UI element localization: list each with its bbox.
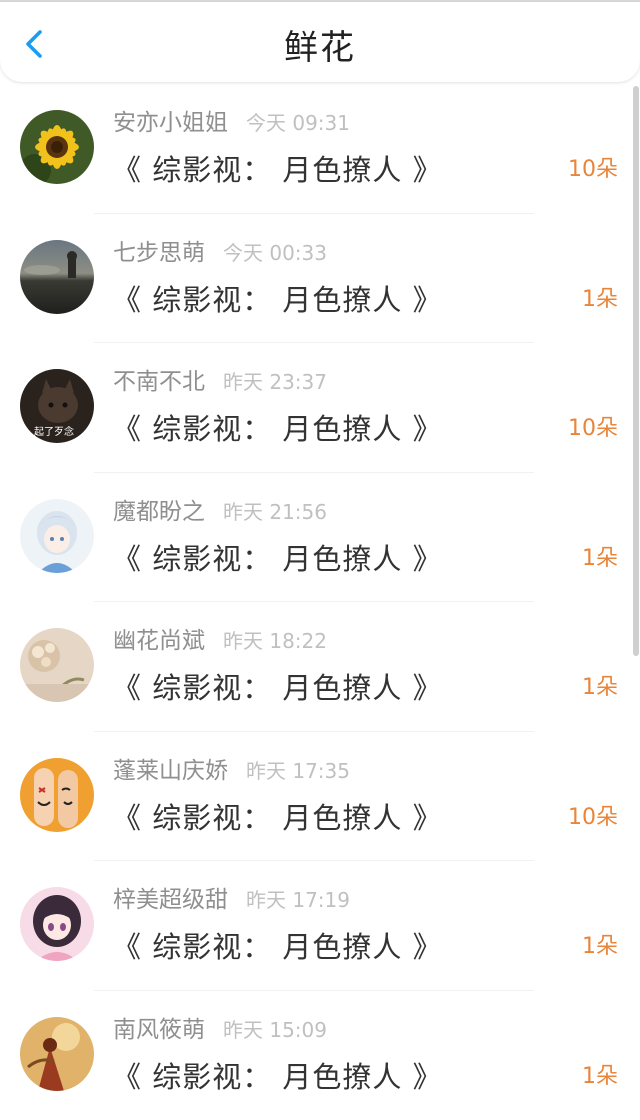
scrollbar[interactable] [633, 86, 639, 656]
book-title[interactable]: 《 综影视： 月色撩人 》 [112, 798, 443, 838]
book-title[interactable]: 《 综影视： 月色撩人 》 [112, 150, 443, 190]
flower-count: 1朵 [582, 672, 618, 704]
timestamp: 昨天 23:37 [223, 370, 327, 394]
list-item[interactable]: 梓美超级甜昨天 17:19 《 综影视： 月色撩人 》 1朵 [0, 861, 640, 991]
list-item[interactable]: 蓬莱山庆娇昨天 17:35 《 综影视： 月色撩人 》 10朵 [0, 732, 640, 862]
nickname[interactable]: 蓬莱山庆娇 [113, 758, 228, 784]
timestamp: 昨天 17:19 [246, 888, 350, 912]
book-title[interactable]: 《 综影视： 月色撩人 》 [112, 539, 443, 579]
list-item[interactable]: 安亦小姐姐今天 09:31 《 综影视： 月色撩人 》 10朵 [0, 84, 640, 214]
name-row: 魔都盼之昨天 21:56 [113, 497, 327, 529]
avatar[interactable] [20, 758, 94, 832]
timestamp: 昨天 18:22 [223, 629, 327, 653]
list-item[interactable]: 起了歹念 不南不北昨天 23:37 《 综影视： 月色撩人 》 10朵 [0, 343, 640, 473]
nickname[interactable]: 南风筱萌 [113, 1017, 205, 1043]
nickname[interactable]: 七步思萌 [113, 240, 205, 266]
name-row: 蓬莱山庆娇昨天 17:35 [113, 756, 350, 788]
timestamp: 今天 09:31 [246, 111, 350, 135]
nickname[interactable]: 不南不北 [113, 369, 205, 395]
flower-count: 1朵 [582, 1061, 618, 1093]
name-row: 南风筱萌昨天 15:09 [113, 1015, 327, 1047]
flower-count: 10朵 [568, 802, 618, 834]
flower-count: 1朵 [582, 931, 618, 963]
nickname[interactable]: 魔都盼之 [113, 499, 205, 525]
book-title[interactable]: 《 综影视： 月色撩人 》 [112, 927, 443, 967]
avatar[interactable] [20, 110, 94, 184]
book-title[interactable]: 《 综影视： 月色撩人 》 [112, 1057, 443, 1097]
book-title[interactable]: 《 综影视： 月色撩人 》 [112, 668, 443, 708]
avatar-caption: 起了歹念 [34, 423, 74, 438]
timestamp: 昨天 21:56 [223, 500, 327, 524]
avatar[interactable] [20, 499, 94, 573]
nickname[interactable]: 梓美超级甜 [113, 887, 228, 913]
flower-count: 1朵 [582, 543, 618, 575]
list-item[interactable]: 魔都盼之昨天 21:56 《 综影视： 月色撩人 》 1朵 [0, 473, 640, 603]
timestamp: 昨天 15:09 [223, 1018, 327, 1042]
page-title: 鲜花 [0, 24, 640, 72]
name-row: 幽花尚斌昨天 18:22 [113, 626, 327, 658]
nickname[interactable]: 安亦小姐姐 [113, 110, 228, 136]
timestamp: 今天 00:33 [223, 241, 327, 265]
timestamp: 昨天 17:35 [246, 759, 350, 783]
list-item[interactable]: 幽花尚斌昨天 18:22 《 综影视： 月色撩人 》 1朵 [0, 602, 640, 732]
avatar[interactable]: 起了歹念 [20, 369, 94, 443]
avatar[interactable] [20, 1017, 94, 1091]
nickname[interactable]: 幽花尚斌 [113, 628, 205, 654]
name-row: 不南不北昨天 23:37 [113, 367, 327, 399]
book-title[interactable]: 《 综影视： 月色撩人 》 [112, 409, 443, 449]
flower-count: 1朵 [582, 284, 618, 316]
name-row: 梓美超级甜昨天 17:19 [113, 885, 350, 917]
avatar[interactable] [20, 240, 94, 314]
book-title[interactable]: 《 综影视： 月色撩人 》 [112, 280, 443, 320]
name-row: 安亦小姐姐今天 09:31 [113, 108, 350, 140]
list-item[interactable]: 南风筱萌昨天 15:09 《 综影视： 月色撩人 》 1朵 [0, 991, 640, 1120]
header-bar: 鲜花 [0, 2, 640, 82]
flower-count: 10朵 [568, 154, 618, 186]
avatar[interactable] [20, 887, 94, 961]
flower-list: 安亦小姐姐今天 09:31 《 综影视： 月色撩人 》 10朵 [0, 84, 640, 1120]
name-row: 七步思萌今天 00:33 [113, 238, 327, 270]
list-item[interactable]: 七步思萌今天 00:33 《 综影视： 月色撩人 》 1朵 [0, 214, 640, 344]
avatar[interactable] [20, 628, 94, 702]
flower-count: 10朵 [568, 413, 618, 445]
